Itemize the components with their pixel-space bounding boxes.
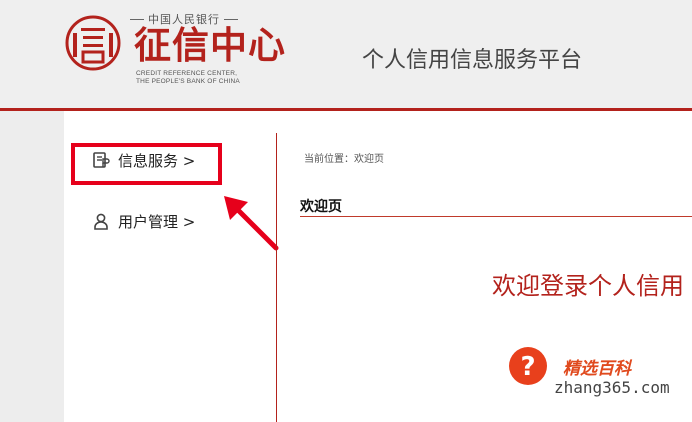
welcome-message: 欢迎登录个人信用 <box>492 272 684 300</box>
red-pointer-arrow-icon <box>224 196 279 251</box>
site-header: 中国人民银行 征信中心 CREDIT REFERENCE CENTER, THE… <box>0 0 692 111</box>
content-divider <box>276 133 277 422</box>
breadcrumb: 当前位置：欢迎页 <box>304 154 384 165</box>
logo-english-name: CREDIT REFERENCE CENTER, THE PEOPLE'S BA… <box>136 70 240 85</box>
sidebar-item-user-management[interactable]: 用户管理 > <box>82 204 205 238</box>
page-title: 欢迎页 <box>300 199 342 215</box>
logo-title: 征信中心 <box>134 23 286 67</box>
watermark-url: zhang365.com <box>554 378 670 397</box>
highlight-box <box>71 143 222 185</box>
title-underline <box>300 216 692 217</box>
sidebar-item-label: 用户管理 > <box>118 212 196 231</box>
question-badge-icon: ? <box>509 347 547 385</box>
user-icon <box>94 213 108 230</box>
watermark-name: 精选百科 <box>563 359 631 379</box>
svg-text:?: ? <box>520 352 535 382</box>
credit-center-emblem-icon <box>65 15 121 71</box>
platform-title: 个人信用信息服务平台 <box>362 48 583 73</box>
